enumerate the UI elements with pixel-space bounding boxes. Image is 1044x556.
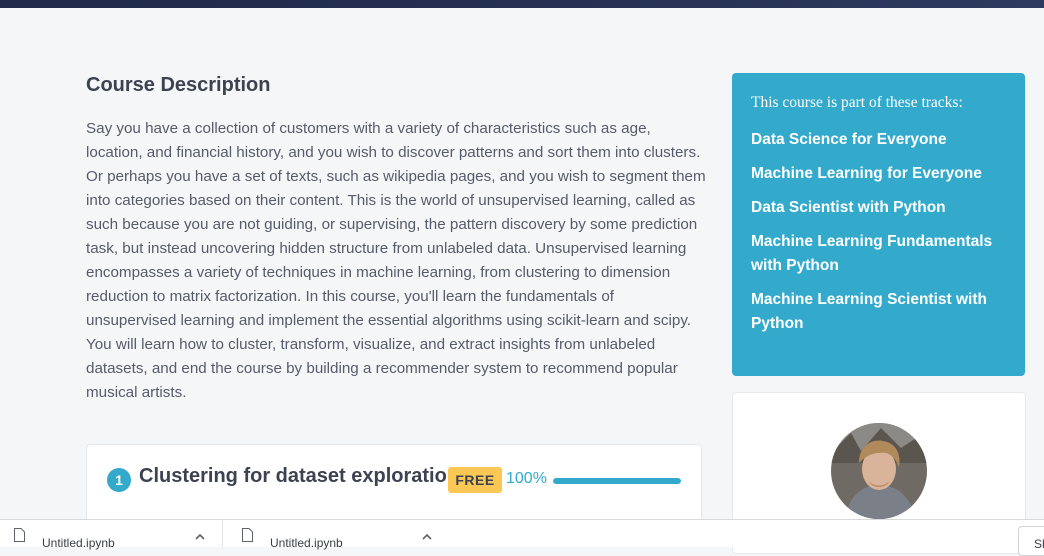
track-link-machine-learning-scientist-with-python[interactable]: Machine Learning Scientist with Python — [751, 288, 1001, 336]
download-filename: Untitled.ipynb — [270, 536, 343, 550]
download-item[interactable]: Untitled.ipynb — [242, 520, 442, 550]
progress-bar — [553, 478, 681, 484]
track-link-machine-learning-for-everyone[interactable]: Machine Learning for Everyone — [751, 162, 1001, 186]
course-description-title: Course Description — [86, 74, 271, 96]
course-description-text: Say you have a collection of customers w… — [86, 120, 706, 401]
track-link-machine-learning-fundamentals-with-python[interactable]: Machine Learning Fundamentals with Pytho… — [751, 230, 1001, 278]
download-filename: Untitled.ipynb — [42, 536, 115, 550]
chevron-up-icon[interactable] — [195, 533, 205, 541]
download-item[interactable]: Untitled.ipynb — [14, 520, 214, 550]
progress-bar-fill — [553, 478, 681, 484]
track-link-data-science-for-everyone[interactable]: Data Science for Everyone — [751, 128, 1001, 152]
show-all-button[interactable]: Sh — [1018, 526, 1044, 556]
file-icon — [242, 528, 253, 542]
chapter-number-badge: 1 — [107, 468, 131, 492]
free-badge: FREE — [448, 467, 502, 493]
tracks-panel: This course is part of these tracks: Dat… — [732, 73, 1025, 376]
download-separator — [222, 520, 223, 547]
track-link-data-scientist-with-python[interactable]: Data Scientist with Python — [751, 196, 1001, 220]
instructor-avatar[interactable] — [831, 423, 927, 519]
show-all-label: Sh — [1034, 537, 1044, 551]
chevron-up-icon[interactable] — [422, 533, 432, 541]
file-icon — [14, 528, 25, 542]
downloads-bar: Untitled.ipynb Untitled.ipynb Sh — [0, 519, 1044, 556]
progress-percent: 100% — [506, 470, 547, 487]
chapter-title[interactable]: Clustering for dataset exploration — [139, 465, 459, 488]
top-navigation-bar — [0, 0, 1044, 8]
tracks-heading: This course is part of these tracks: — [751, 94, 963, 111]
